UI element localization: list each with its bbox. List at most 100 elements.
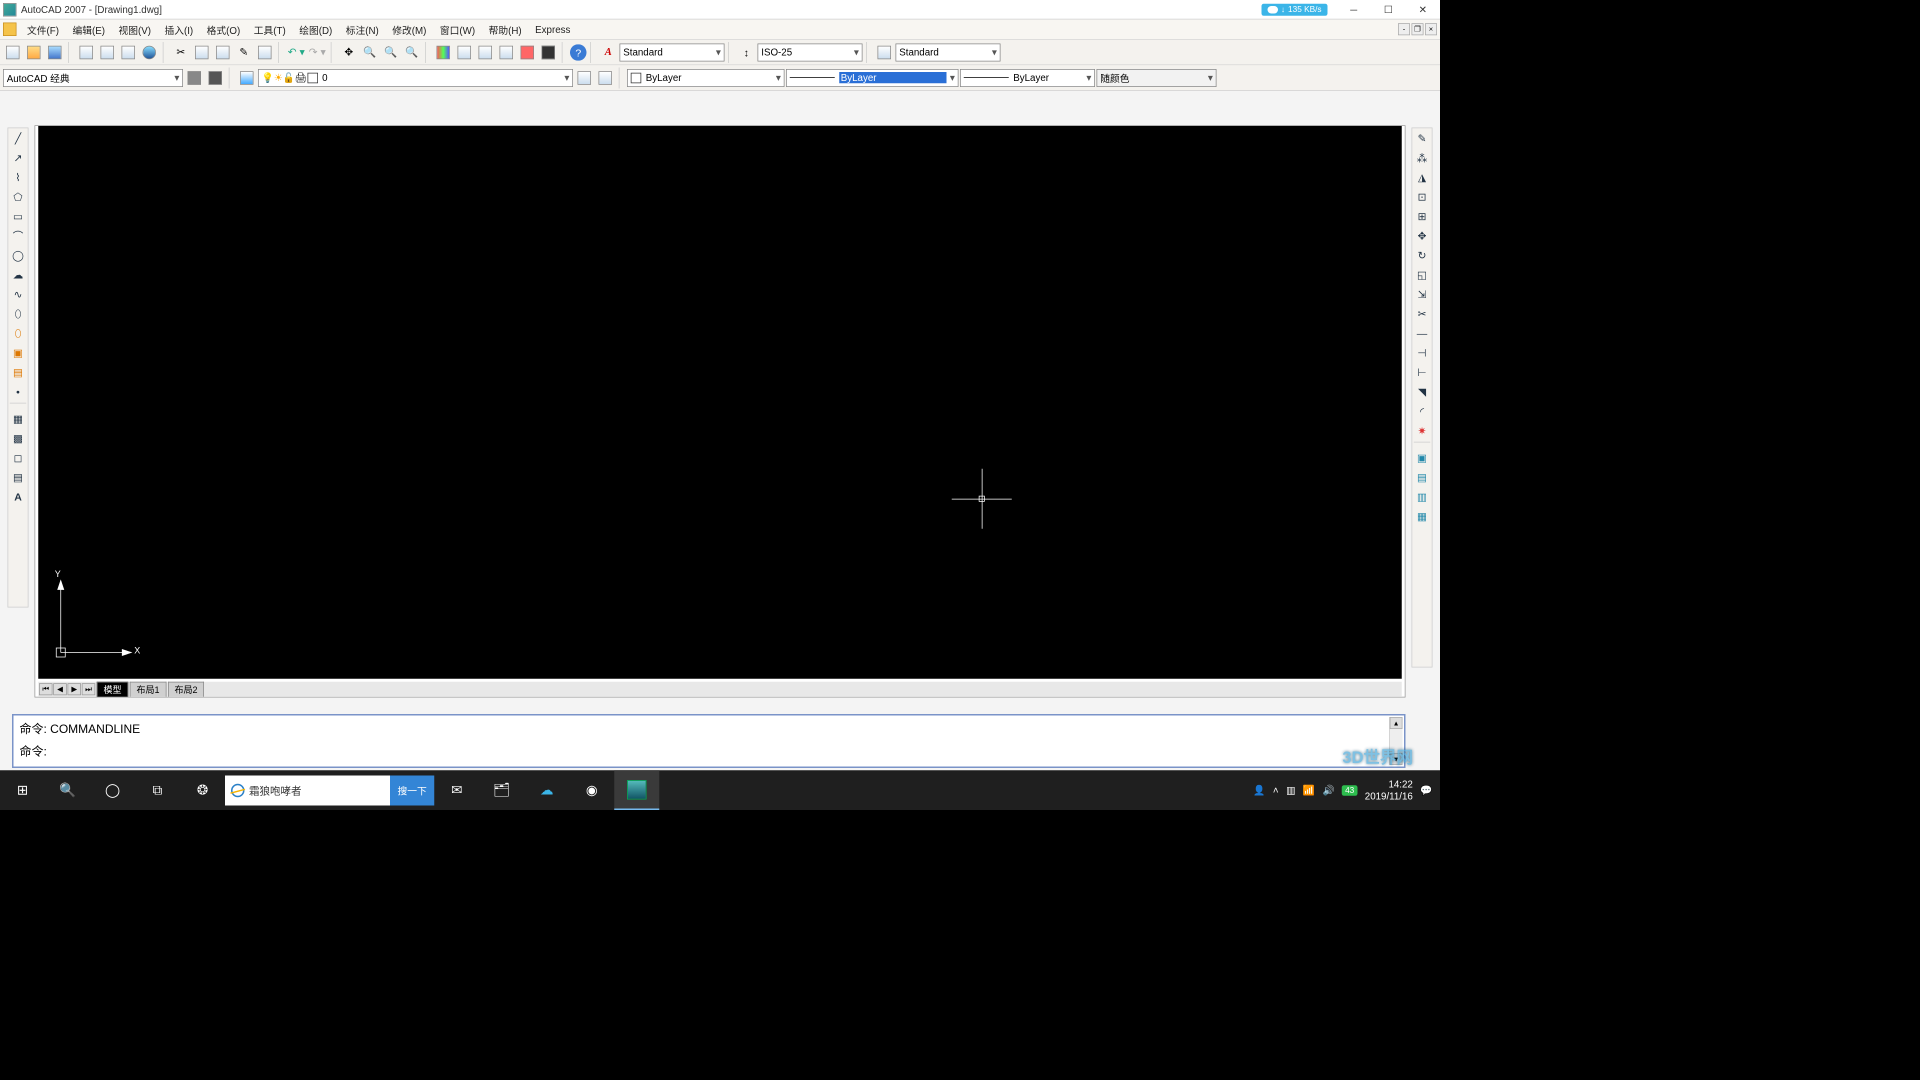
tab-layout1[interactable]: 布局1 (130, 682, 167, 697)
tool-c-icon[interactable]: ▥ (1412, 487, 1432, 507)
mail-icon[interactable]: ✉ (434, 770, 479, 810)
tab-last-icon[interactable]: ⏭ (82, 683, 96, 695)
region-icon[interactable]: ◻ (8, 448, 28, 468)
plot-icon[interactable] (77, 42, 97, 62)
textstyle-combo[interactable]: Standard▾ (620, 43, 725, 61)
cut-icon[interactable]: ✂ (171, 42, 191, 62)
color-combo[interactable]: ByLayer ▾ (627, 69, 785, 87)
tablestyle-combo[interactable]: Standard▾ (896, 43, 1001, 61)
break-icon[interactable]: ⊣ (1412, 343, 1432, 363)
search-icon[interactable]: 🔍 (45, 770, 90, 810)
redo-icon[interactable]: ↷ ▾ (308, 42, 328, 62)
layer-manager-icon[interactable] (237, 68, 257, 88)
menu-window[interactable]: 窗口(W) (434, 20, 481, 39)
scale-icon[interactable]: ◱ (1412, 265, 1432, 285)
close-button[interactable]: ✕ (1406, 0, 1441, 19)
matchprop-icon[interactable]: ✎ (234, 42, 254, 62)
app-browser-icon[interactable]: ❂ (180, 770, 225, 810)
tool-b-icon[interactable]: ▤ (1412, 467, 1432, 487)
array-icon[interactable]: ⊞ (1412, 206, 1432, 226)
scroll-up-icon[interactable]: ▲ (1390, 717, 1403, 729)
start-button[interactable]: ⊞ (0, 770, 45, 810)
paste-icon[interactable] (213, 42, 233, 62)
extend-icon[interactable]: — (1412, 323, 1432, 343)
tray-wifi-icon[interactable]: 📶 (1303, 784, 1315, 796)
zoom-previous-icon[interactable]: 🔍 (402, 42, 422, 62)
open-icon[interactable] (24, 42, 44, 62)
search-bar[interactable]: 霜狼咆哮者 (225, 775, 390, 805)
zoom-realtime-icon[interactable]: 🔍 (360, 42, 380, 62)
chrome-icon[interactable]: ◉ (569, 770, 614, 810)
gradient-icon[interactable]: ▩ (8, 428, 28, 448)
tray-action-center-icon[interactable]: 💬 (1420, 784, 1432, 796)
properties-icon[interactable] (434, 42, 454, 62)
command-window[interactable]: 命令: COMMANDLINE 命令: ▲ ▼ (12, 714, 1406, 768)
insert-icon[interactable]: ▣ (8, 343, 28, 363)
tray-notification-icon[interactable]: 43 (1342, 785, 1357, 796)
tab-first-icon[interactable]: ⏮ (39, 683, 53, 695)
globe-icon[interactable] (140, 42, 160, 62)
dimstyle-combo[interactable]: ISO-25▾ (758, 43, 863, 61)
ray-icon[interactable]: ↗ (8, 148, 28, 168)
tablestyle-icon[interactable] (875, 42, 895, 62)
explorer-icon[interactable]: 🗂 (479, 770, 524, 810)
mdi-restore[interactable]: ❐ (1412, 23, 1424, 35)
pline-icon[interactable]: ⌇ (8, 167, 28, 187)
menu-tools[interactable]: 工具(T) (248, 20, 292, 39)
menu-file[interactable]: 文件(F) (21, 20, 65, 39)
minimize-button[interactable]: ─ (1337, 0, 1372, 19)
erase-icon[interactable]: ✎ (1412, 128, 1432, 148)
menu-view[interactable]: 视图(V) (112, 20, 157, 39)
join-icon[interactable]: ⊢ (1412, 362, 1432, 382)
app-menu-icon[interactable] (3, 23, 17, 37)
mdi-close[interactable]: × (1425, 23, 1437, 35)
tray-up-icon[interactable]: ˄ (1273, 785, 1279, 796)
spline-icon[interactable]: ∿ (8, 284, 28, 304)
layer-previous-icon[interactable] (575, 68, 595, 88)
menu-help[interactable]: 帮助(H) (483, 20, 528, 39)
rotate-icon[interactable]: ↻ (1412, 245, 1432, 265)
trim-icon[interactable]: ✂ (1412, 304, 1432, 324)
mdi-minimize[interactable]: - (1398, 23, 1410, 35)
cortana-icon[interactable]: ◯ (90, 770, 135, 810)
tab-layout2[interactable]: 布局2 (168, 682, 205, 697)
taskview-icon[interactable]: ⧉ (135, 770, 180, 810)
lineweight-combo[interactable]: ByLayer ▾ (960, 69, 1095, 87)
plotstyle-combo[interactable]: 随颜色 ▾ (1097, 69, 1217, 87)
revcloud-icon[interactable]: ☁ (8, 265, 28, 285)
tool-a-icon[interactable]: ▣ (1412, 448, 1432, 468)
network-speed-badge[interactable]: ↓135 KB/s (1261, 3, 1327, 15)
mtext-icon[interactable]: A (8, 487, 28, 507)
menu-modify[interactable]: 修改(M) (386, 20, 432, 39)
point-icon[interactable]: • (8, 382, 28, 402)
undo-icon[interactable]: ↶ ▾ (287, 42, 307, 62)
workspace-lock-icon[interactable] (206, 68, 226, 88)
autocad-task-icon[interactable] (614, 770, 659, 810)
ellipse-icon[interactable]: ⬯ (8, 304, 28, 324)
chamfer-icon[interactable]: ◥ (1412, 382, 1432, 402)
new-icon[interactable] (3, 42, 23, 62)
block-icon[interactable]: ▤ (8, 362, 28, 382)
tab-next-icon[interactable]: ▶ (68, 683, 82, 695)
workspace-combo[interactable]: AutoCAD 经典▾ (3, 69, 183, 87)
table-icon[interactable]: ▤ (8, 467, 28, 487)
model-viewport[interactable]: Y X (38, 126, 1402, 679)
workspace-settings-icon[interactable] (185, 68, 205, 88)
move-icon[interactable]: ✥ (1412, 226, 1432, 246)
dimstyle-icon[interactable]: ↕ (737, 42, 757, 62)
toolpalettes-icon[interactable] (476, 42, 496, 62)
blockeditor-icon[interactable] (255, 42, 275, 62)
menu-dimension[interactable]: 标注(N) (340, 20, 385, 39)
menu-edit[interactable]: 编辑(E) (66, 20, 111, 39)
offset-icon[interactable]: ⊡ (1412, 187, 1432, 207)
tool-d-icon[interactable]: ▦ (1412, 506, 1432, 526)
polygon-icon[interactable]: ⬠ (8, 187, 28, 207)
zoom-window-icon[interactable]: 🔍 (381, 42, 401, 62)
publish-icon[interactable] (119, 42, 139, 62)
tray-volume-icon[interactable]: 🔊 (1322, 784, 1334, 796)
menu-insert[interactable]: 插入(I) (158, 20, 199, 39)
sheetset-icon[interactable] (497, 42, 517, 62)
ellipsearc-icon[interactable]: ⬯ (8, 323, 28, 343)
help-icon[interactable]: ? (570, 44, 587, 61)
textstyle-icon[interactable]: A (599, 42, 619, 62)
